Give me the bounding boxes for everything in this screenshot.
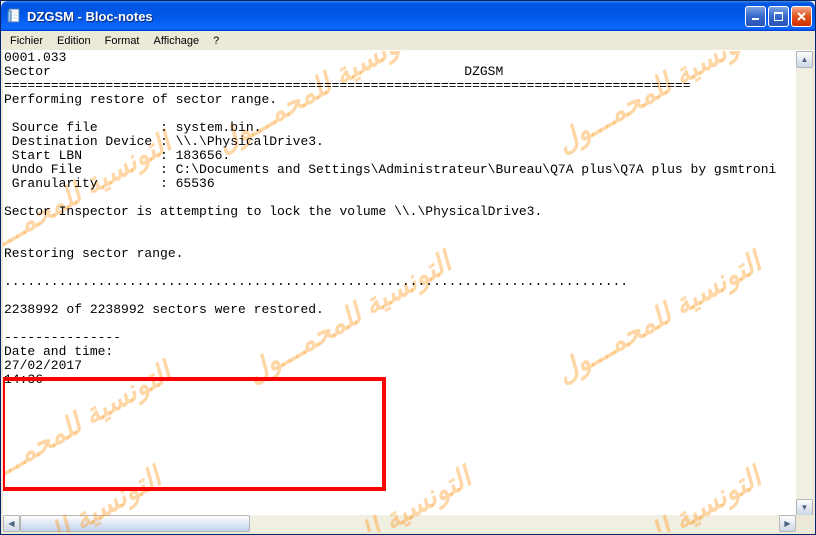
client-area: التونسية للمحمـــول التونسية للمحمـــول … (1, 51, 815, 534)
notepad-window: DZGSM - Bloc-notes Fichier Edition Forma… (0, 0, 816, 535)
maximize-button[interactable] (768, 6, 789, 27)
minimize-button[interactable] (745, 6, 766, 27)
menu-format[interactable]: Format (98, 33, 147, 49)
scroll-left-button[interactable]: ◀ (3, 515, 20, 532)
menu-edit[interactable]: Edition (50, 33, 98, 49)
scrollbar-corner (796, 515, 813, 532)
text-content[interactable]: 0001.033 Sector DZGSM ==================… (3, 51, 813, 387)
close-button[interactable] (791, 6, 812, 27)
menu-view[interactable]: Affichage (147, 33, 207, 49)
scroll-down-button[interactable]: ▼ (796, 499, 813, 516)
highlight-annotation (3, 377, 386, 491)
titlebar[interactable]: DZGSM - Bloc-notes (1, 1, 815, 31)
menu-file[interactable]: Fichier (3, 33, 50, 49)
app-icon (7, 8, 23, 24)
menu-help[interactable]: ? (206, 33, 226, 49)
menu-bar: Fichier Edition Format Affichage ? (1, 31, 815, 51)
scroll-right-button[interactable]: ▶ (779, 515, 796, 532)
scroll-thumb[interactable] (20, 515, 250, 532)
text-area[interactable]: التونسية للمحمـــول التونسية للمحمـــول … (3, 51, 813, 532)
window-controls (745, 6, 812, 27)
window-title: DZGSM - Bloc-notes (27, 9, 745, 24)
horizontal-scrollbar[interactable]: ◀ ▶ (3, 515, 796, 532)
